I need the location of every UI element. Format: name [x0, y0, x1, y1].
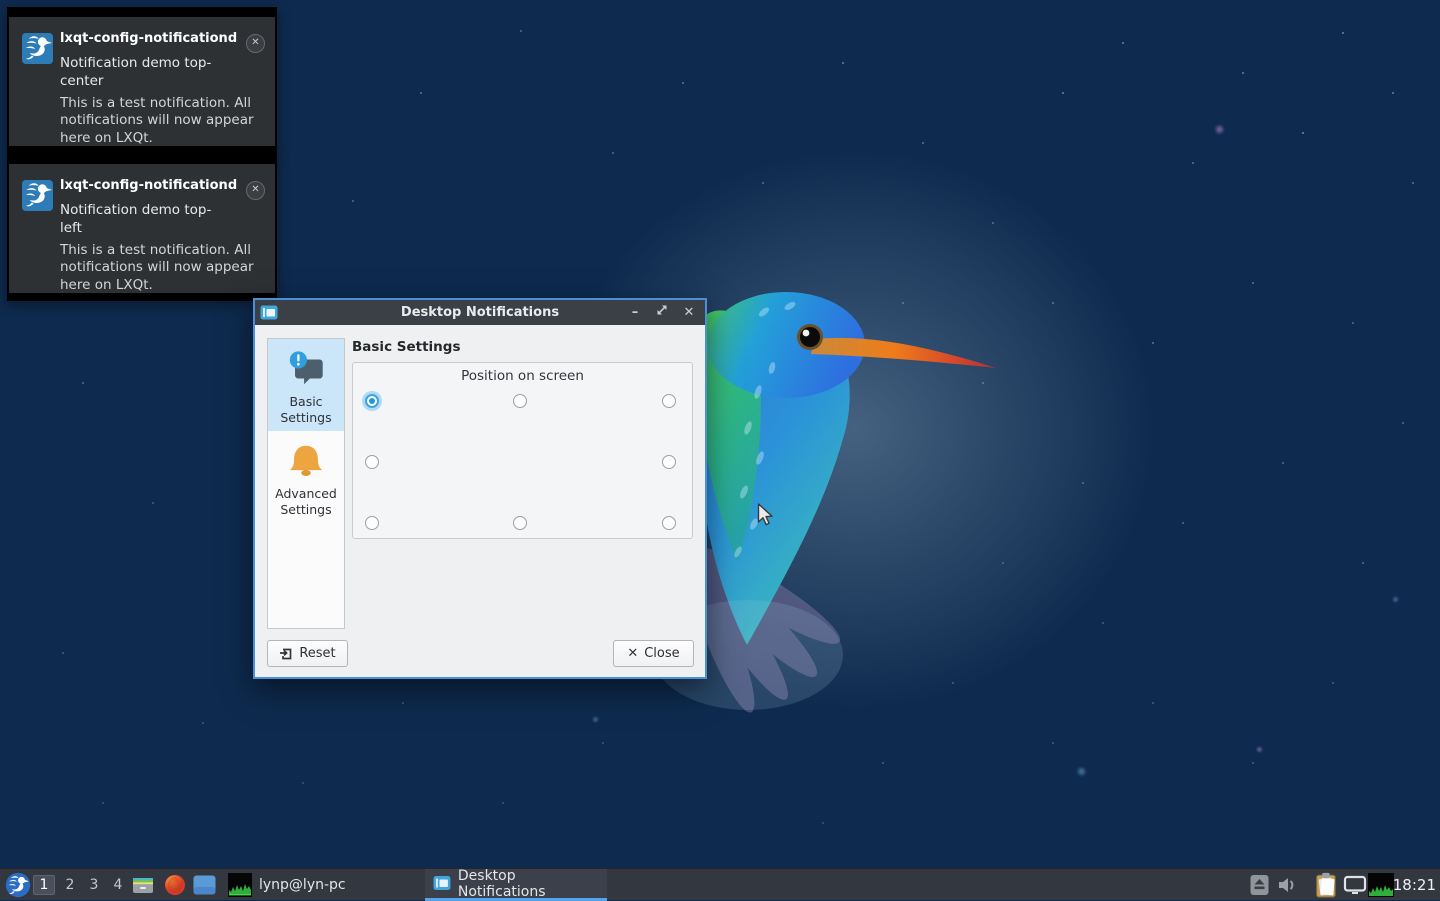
clipboard-icon [1315, 872, 1339, 898]
workspace-switcher-4[interactable]: 4 [106, 869, 130, 901]
file-manager-icon [132, 874, 154, 896]
lxqt-logo-icon [22, 33, 53, 64]
taskbar-task-terminal[interactable]: lynp@lyn-pc [220, 869, 370, 901]
radio-position-bottom-left[interactable] [365, 516, 379, 530]
notification-app-name: lxqt-config-notificationd [60, 31, 245, 46]
notification-summary: Notification demo top-center [60, 55, 225, 90]
taskbar-panel: 1 2 3 4 lynp@lyn-pc Desktop [0, 868, 1440, 900]
screen-icon [1343, 875, 1367, 895]
radio-position-top-left[interactable] [365, 394, 379, 408]
firefox-launcher[interactable] [163, 869, 187, 901]
sidebar-item-label: Advanced Settings [275, 486, 337, 517]
radio-position-top-right[interactable] [662, 394, 676, 408]
notification-app-name: lxqt-config-notificationd [60, 178, 245, 193]
chat-launcher[interactable] [192, 869, 216, 901]
lxqt-logo-icon [22, 180, 53, 211]
position-on-screen-group: Position on screen [352, 362, 693, 539]
radio-position-bottom-center[interactable] [513, 516, 527, 530]
radio-position-middle-right[interactable] [662, 455, 676, 469]
clock[interactable]: 18:21 [1393, 869, 1436, 901]
minimize-button[interactable]: – [628, 300, 642, 325]
radio-position-middle-left[interactable] [365, 455, 379, 469]
cpu-monitor-tray-item[interactable] [1367, 869, 1395, 901]
clipboard-tray-item[interactable] [1314, 869, 1340, 901]
notification-summary: Notification demo top-left [60, 202, 225, 237]
firefox-icon [164, 874, 186, 896]
close-button[interactable]: ✕ Close [613, 640, 694, 667]
file-manager-launcher[interactable] [131, 869, 155, 901]
groupbox-title: Position on screen [353, 368, 692, 384]
terminal-graph-icon [228, 873, 252, 897]
eject-icon [1250, 874, 1269, 896]
task-label: Desktop Notifications [458, 868, 599, 900]
settings-category-list: Basic Settings Advanced Settings [267, 338, 345, 629]
cpu-graph-icon [1368, 873, 1394, 897]
volume-tray-item[interactable] [1276, 869, 1300, 901]
workspace-switcher-1[interactable]: 1 [32, 869, 56, 901]
close-button-label: Close [644, 646, 679, 661]
notification-body: This is a test notification. All notific… [60, 95, 260, 147]
removable-media-tray-item[interactable] [1248, 869, 1270, 901]
close-window-button[interactable]: ✕ [682, 300, 696, 325]
restore-button[interactable] [655, 300, 669, 325]
reset-icon [279, 647, 293, 661]
sidebar-item-label: Basic Settings [280, 394, 331, 425]
task-label: lynp@lyn-pc [259, 877, 346, 893]
reset-button-label: Reset [299, 646, 335, 661]
close-x-icon: ✕ [627, 646, 638, 661]
start-menu-button[interactable] [4, 869, 32, 901]
notification-body: This is a test notification. All notific… [60, 242, 260, 294]
workspace-switcher-2[interactable]: 2 [58, 869, 82, 901]
window-icon [433, 874, 451, 893]
desktop-notifications-window: Desktop Notifications – ✕ Basic Settings [253, 298, 707, 679]
sidebar-item-advanced-settings[interactable]: Advanced Settings [268, 431, 344, 523]
window-titlebar[interactable]: Desktop Notifications – ✕ [255, 300, 705, 325]
bell-icon [285, 440, 327, 482]
notification-popup[interactable]: lxqt-config-notificationd ✕ Notification… [7, 7, 277, 154]
volume-icon [1277, 875, 1299, 895]
radio-position-top-center[interactable] [513, 394, 527, 408]
notification-popup[interactable]: lxqt-config-notificationd ✕ Notification… [7, 154, 277, 301]
notification-bubble-icon [285, 348, 327, 390]
lxqt-menu-icon [5, 872, 31, 898]
workspace-switcher-3[interactable]: 3 [82, 869, 106, 901]
starfield-large [0, 0, 3, 3]
radio-position-bottom-right[interactable] [662, 516, 676, 530]
page-heading: Basic Settings [352, 339, 461, 355]
restore-icon [656, 304, 668, 316]
notification-close-icon[interactable]: ✕ [246, 181, 265, 200]
sidebar-item-basic-settings[interactable]: Basic Settings [268, 339, 344, 431]
taskbar-task-desktop-notifications[interactable]: Desktop Notifications [425, 869, 607, 901]
notification-close-icon[interactable]: ✕ [246, 34, 265, 53]
screen-tray-item[interactable] [1342, 869, 1368, 901]
chat-icon [193, 875, 216, 895]
reset-button[interactable]: Reset [267, 640, 348, 667]
